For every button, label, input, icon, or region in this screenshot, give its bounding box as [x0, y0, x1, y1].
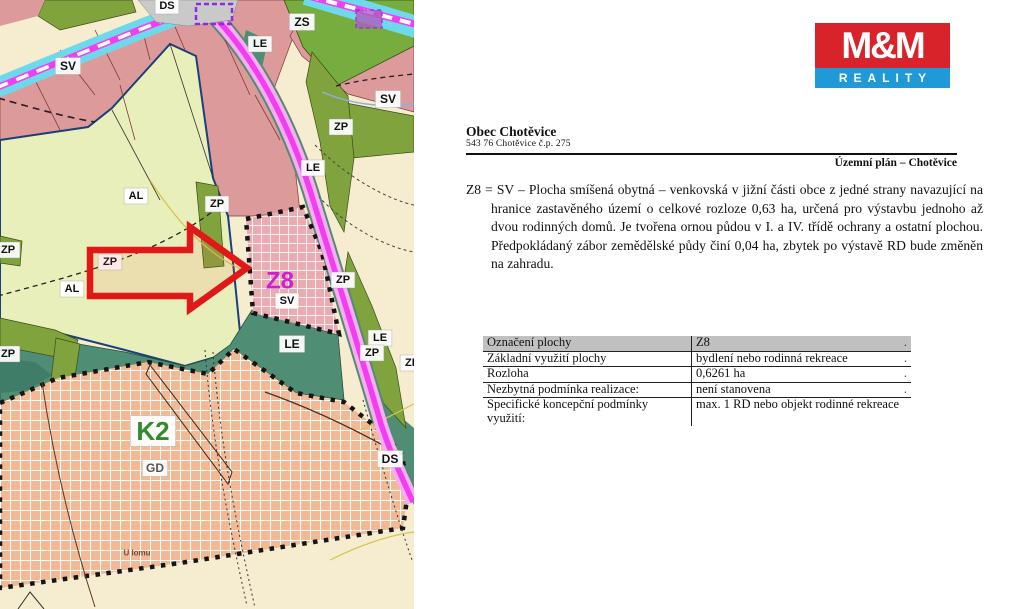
svg-text:ZS: ZS: [294, 15, 309, 29]
trailing-dot: .: [903, 366, 907, 380]
table-row: Specifické koncepční podmínky využití: m…: [483, 397, 911, 426]
map-label: ZP: [399, 354, 425, 372]
row-label: Specifické koncepční podmínky využití:: [487, 397, 649, 425]
table-row: Základní využití plochy . bydlení nebo r…: [483, 351, 911, 367]
svg-text:SV: SV: [60, 59, 76, 73]
svg-text:LE: LE: [253, 38, 267, 50]
map-label: ZP: [328, 118, 354, 136]
municipality-name: Obec Chotěvice: [466, 124, 557, 139]
map-label: ZS: [289, 13, 315, 31]
svg-text:SV: SV: [280, 295, 295, 307]
row-label: Nezbytná podmínka realizace:: [483, 382, 692, 398]
svg-text:DS: DS: [382, 452, 399, 466]
svg-text:ZP: ZP: [210, 198, 224, 210]
zone-attributes-table: Označení plochy . Z8 Základní využití pl…: [483, 335, 911, 426]
map-label: K2: [130, 415, 176, 447]
map-label: LE: [279, 335, 305, 353]
map-label: AL: [123, 187, 149, 205]
svg-text:AL: AL: [129, 190, 144, 202]
svg-text:LE: LE: [373, 332, 387, 344]
table-row: Nezbytná podmínka realizace: . není stan…: [483, 382, 911, 398]
map-label: DS: [377, 450, 403, 468]
municipality-address: 543 76 Chotěvice č.p. 275: [466, 139, 571, 149]
svg-text:SV: SV: [380, 92, 396, 106]
map-label: ZP: [0, 345, 21, 363]
zone-description-paragraph: Z8 = SV – Plocha smíšená obytná – venkov…: [466, 182, 983, 272]
svg-text:K2: K2: [136, 416, 169, 446]
logo-reality-text: REALITY: [838, 71, 933, 85]
zoning-map: DSZSLESVSVZPLEZPALZPZPALZ8SVZPLELEZPZPZP…: [0, 0, 425, 609]
page: DSZSLESVSVZPLEZPALZPZPALZ8SVZPLELEZPZPZP…: [0, 0, 1024, 609]
logo-top: M&M: [815, 23, 950, 68]
logo-bottom: REALITY: [815, 68, 950, 88]
svg-text:ZP: ZP: [1, 348, 15, 360]
map-label: ZP: [359, 344, 385, 362]
svg-text:LE: LE: [284, 337, 299, 351]
map-label: DS: [154, 0, 180, 15]
table-row: Označení plochy . Z8: [483, 335, 911, 352]
map-label: SV: [274, 292, 300, 310]
map-label: SV: [375, 90, 401, 108]
mm-reality-logo: M&M REALITY: [815, 23, 950, 88]
svg-text:U lomu: U lomu: [123, 549, 150, 558]
map-label: LE: [367, 329, 393, 347]
row-label: Označení plochy: [483, 335, 692, 352]
svg-text:Z8: Z8: [266, 268, 294, 295]
plan-title: Územní plán – Chotěvice: [834, 157, 957, 169]
map-label: ZP: [204, 195, 230, 213]
map-label: ZP: [330, 271, 356, 289]
document-panel: M&M REALITY Obec Chotěvice 543 76 Chotěv…: [414, 0, 1024, 609]
table-row: Rozloha . 0,6261 ha: [483, 366, 911, 383]
svg-text:ZP: ZP: [1, 244, 15, 256]
map-label: U lomu: [123, 549, 150, 558]
purple-patch: [355, 9, 383, 29]
document-header: Obec Chotěvice 543 76 Chotěvice č.p. 275…: [466, 124, 957, 169]
svg-text:ZP: ZP: [405, 357, 414, 369]
svg-text:ZP: ZP: [365, 347, 379, 359]
map-label: LE: [300, 159, 326, 177]
trailing-dot: .: [903, 335, 907, 349]
row-label: Rozloha: [483, 366, 692, 383]
svg-text:AL: AL: [65, 283, 80, 295]
row-value: . bydlení nebo rodinná rekreace: [691, 350, 911, 367]
svg-text:DS: DS: [159, 0, 174, 12]
svg-text:ZP: ZP: [334, 121, 348, 133]
row-value: . není stanovena: [691, 381, 911, 398]
row-label: Základní využití plochy: [483, 351, 692, 367]
logo-mm-text: M&M: [841, 24, 925, 66]
svg-text:ZP: ZP: [336, 274, 350, 286]
row-value: . 0,6261 ha: [691, 366, 911, 383]
svg-text:LE: LE: [306, 162, 320, 174]
row-value: . Z8: [691, 335, 911, 352]
header-rule: [466, 153, 957, 155]
trailing-dot: .: [903, 350, 907, 365]
map-label: GD: [142, 459, 168, 477]
row-value: max. 1 RD nebo objekt rodinné rekreace: [691, 397, 911, 426]
trailing-dot: .: [903, 381, 907, 396]
map-label: AL: [59, 280, 85, 298]
svg-text:GD: GD: [146, 461, 164, 475]
map-label: Z8: [266, 268, 294, 295]
map-label: LE: [247, 35, 273, 53]
zoning-map-svg: DSZSLESVSVZPLEZPALZPZPALZ8SVZPLELEZPZPZP…: [0, 0, 425, 609]
map-label: ZP: [0, 241, 21, 259]
map-label: SV: [55, 57, 81, 75]
